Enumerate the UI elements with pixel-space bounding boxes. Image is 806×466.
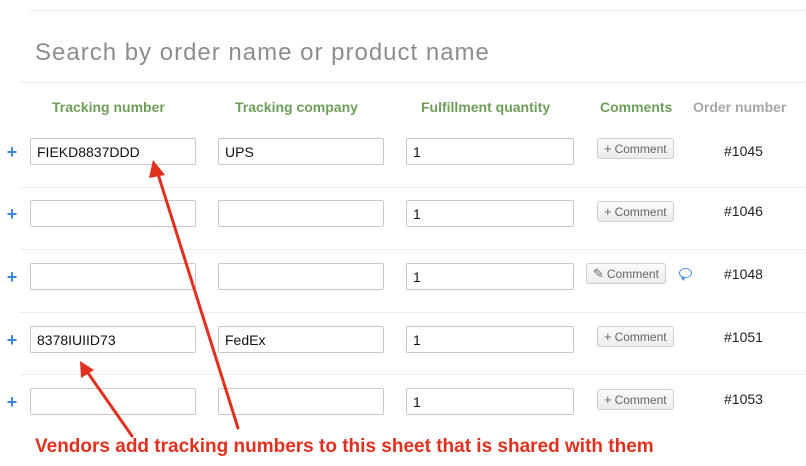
add-row-plus-icon[interactable]: + — [5, 331, 19, 349]
tracking-number-input[interactable] — [30, 326, 196, 353]
plus-icon: + — [604, 329, 612, 344]
comment-button-label: Comment — [614, 205, 667, 219]
comment-bubble-icon[interactable] — [679, 268, 692, 281]
edit-comment-button[interactable]: ✎ Comment — [586, 263, 666, 284]
order-number: #1051 — [724, 329, 763, 345]
tracking-company-input[interactable] — [218, 200, 384, 227]
add-comment-button[interactable]: + Comment — [597, 389, 674, 410]
comment-button-label: Comment — [614, 393, 667, 407]
row-divider — [20, 374, 806, 375]
table-row: + +Comment #1053 — [0, 388, 806, 428]
comment-button-label: Comment — [614, 330, 667, 344]
tracking-company-input[interactable] — [218, 388, 384, 415]
comment-button-label: Comment — [606, 267, 659, 281]
search-input[interactable] — [35, 36, 735, 70]
plus-icon: + — [604, 392, 612, 407]
search-divider — [20, 82, 806, 83]
row-divider — [20, 312, 806, 313]
tracking-company-input[interactable] — [218, 138, 384, 165]
order-number: #1053 — [724, 391, 763, 407]
fulfillment-quantity-input[interactable] — [406, 200, 574, 227]
annotation-caption: Vendors add tracking numbers to this she… — [35, 436, 654, 457]
table-row: + ✎Comment #1048 — [0, 263, 806, 303]
order-number: #1045 — [724, 143, 763, 159]
fulfillment-quantity-input[interactable] — [406, 388, 574, 415]
comment-button-label: Comment — [614, 142, 667, 156]
add-comment-button[interactable]: + Comment — [597, 201, 674, 222]
order-number: #1048 — [724, 266, 763, 282]
plus-icon: + — [604, 141, 612, 156]
column-header-tracking-number: Tracking number — [52, 99, 165, 115]
pencil-icon: ✎ — [593, 266, 604, 281]
fulfillment-quantity-input[interactable] — [406, 138, 574, 165]
table-row: + +Comment #1045 — [0, 138, 806, 178]
tracking-number-input[interactable] — [30, 263, 196, 290]
table-row: + +Comment #1046 — [0, 200, 806, 240]
tracking-number-input[interactable] — [30, 388, 196, 415]
add-comment-button[interactable]: + Comment — [597, 326, 674, 347]
row-divider — [20, 187, 806, 188]
top-divider — [30, 10, 806, 11]
add-row-plus-icon[interactable]: + — [5, 268, 19, 286]
tracking-company-input[interactable] — [218, 326, 384, 353]
add-row-plus-icon[interactable]: + — [5, 143, 19, 161]
tracking-company-input[interactable] — [218, 263, 384, 290]
plus-icon: + — [604, 204, 612, 219]
tracking-number-input[interactable] — [30, 138, 196, 165]
fulfillment-quantity-input[interactable] — [406, 326, 574, 353]
column-header-fulfillment-quantity: Fulfillment quantity — [421, 99, 551, 115]
add-row-plus-icon[interactable]: + — [5, 393, 19, 411]
table-row: + +Comment #1051 — [0, 326, 806, 366]
row-divider — [20, 249, 806, 250]
order-number: #1046 — [724, 203, 763, 219]
fulfillment-quantity-input[interactable] — [406, 263, 574, 290]
column-header-comments: Comments — [600, 99, 673, 115]
column-header-tracking-company: Tracking company — [235, 99, 358, 115]
add-row-plus-icon[interactable]: + — [5, 205, 19, 223]
tracking-number-input[interactable] — [30, 200, 196, 227]
column-header-order-number: Order number — [693, 99, 787, 115]
add-comment-button[interactable]: + Comment — [597, 138, 674, 159]
